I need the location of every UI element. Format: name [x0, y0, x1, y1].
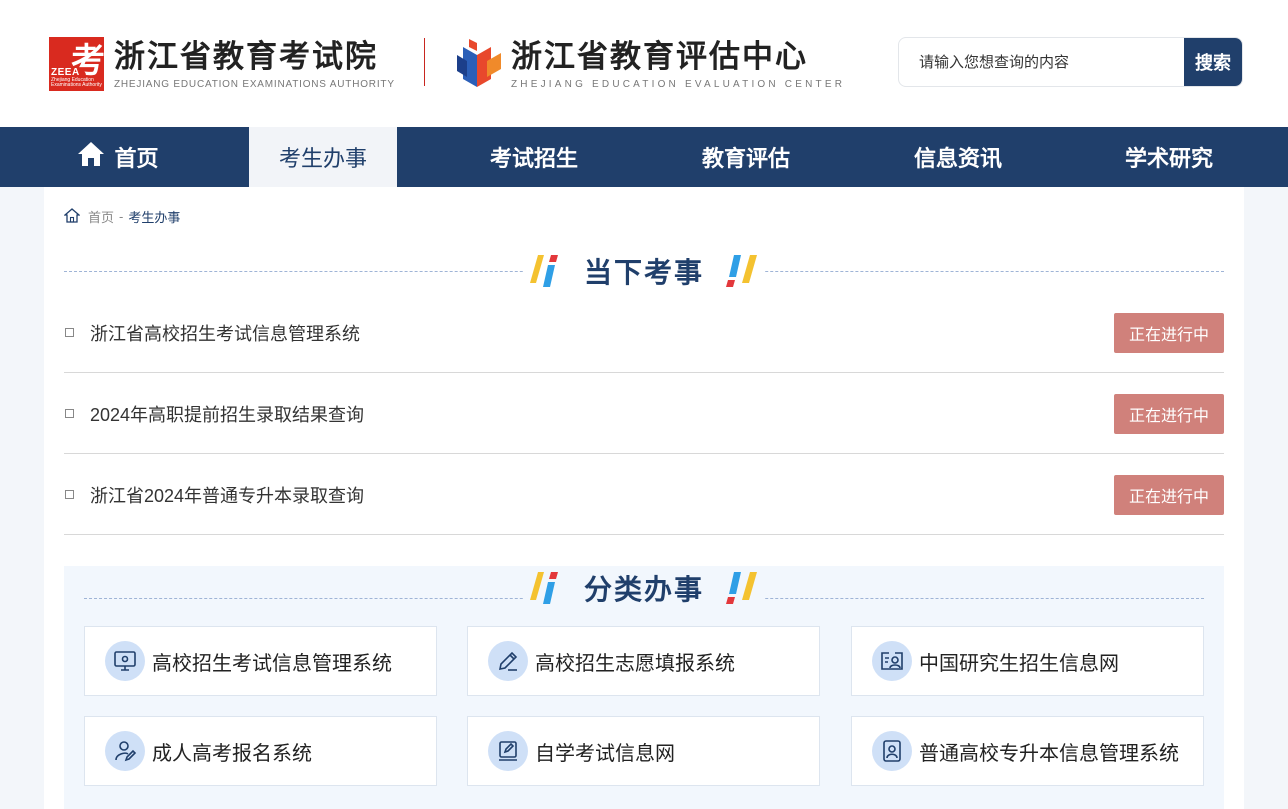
category-label: 中国研究生招生信息网 — [919, 652, 1119, 675]
status-badge[interactable]: 正在进行中 — [1114, 394, 1224, 434]
list-item[interactable]: 浙江省高校招生考试信息管理系统 正在进行中 — [64, 292, 1224, 373]
category-card[interactable]: 中国研究生招生信息网 — [851, 626, 1204, 696]
category-label: 高校招生考试信息管理系统 — [152, 652, 392, 675]
category-label: 成人高考报名系统 — [152, 742, 312, 765]
category-label: 高校招生志愿填报系统 — [535, 652, 735, 675]
nav-item-evaluation[interactable]: 教育评估 — [682, 127, 810, 187]
category-card[interactable]: 普通高校专升本信息管理系统 — [851, 716, 1204, 786]
breadcrumb-home-icon[interactable] — [63, 207, 81, 226]
bullet-icon — [65, 409, 74, 418]
zeea-name-cn: 浙江省教育考试院 — [114, 38, 378, 75]
list-item-label[interactable]: 浙江省2024年普通专升本录取查询 — [90, 482, 364, 508]
id-card-person-icon — [872, 641, 912, 681]
nav-item-label: 信息资讯 — [913, 146, 1002, 171]
category-label: 普通高校专升本信息管理系统 — [919, 742, 1179, 765]
nav-item-research[interactable]: 学术研究 — [1105, 127, 1233, 187]
zeea-logo-sub: Zhejiang Education Examinations Authorit… — [51, 78, 102, 88]
zeea-name-en: ZHEJIANG EDUCATION EXAMINATIONS AUTHORIT… — [114, 78, 395, 90]
categories-heading: 分类办事 — [84, 566, 1204, 608]
decor-slashes-left-icon — [523, 251, 570, 291]
zeea-logo-sub-line2: Examinations Authority — [51, 82, 102, 88]
person-edit-icon — [105, 731, 145, 771]
decor-slashes-right-icon — [718, 251, 764, 291]
breadcrumb-home[interactable]: 首页 — [88, 207, 114, 226]
evaluation-center-name-cn: 浙江省教育评估中心 — [511, 38, 808, 75]
category-card[interactable]: 高校招生考试信息管理系统 — [84, 626, 437, 696]
search-button[interactable]: 搜索 — [1184, 38, 1242, 86]
nav-item-admissions[interactable]: 考试招生 — [470, 127, 598, 187]
nav-item-exam-affairs[interactable]: 考生办事 — [249, 127, 397, 187]
bullet-icon — [65, 328, 74, 337]
nav-item-home[interactable]: 首页 — [73, 127, 163, 187]
main-nav: 首页 考生办事 考试招生 教育评估 信息资讯 学术研究 — [0, 127, 1288, 187]
search-input[interactable] — [899, 38, 1184, 86]
decor-slashes-left-icon — [523, 568, 570, 608]
status-badge[interactable]: 正在进行中 — [1114, 475, 1224, 515]
nav-item-label: 考试招生 — [489, 146, 578, 171]
category-card[interactable]: 高校招生志愿填报系统 — [467, 626, 820, 696]
current-affairs-list: 浙江省高校招生考试信息管理系统 正在进行中 2024年高职提前招生录取结果查询 … — [64, 292, 1224, 535]
category-card[interactable]: 自学考试信息网 — [467, 716, 820, 786]
current-affairs-title: 当下考事 — [569, 251, 718, 291]
nav-item-news[interactable]: 信息资讯 — [894, 127, 1022, 187]
evaluation-center-logo-mark — [457, 37, 501, 91]
nav-item-label: 教育评估 — [701, 146, 790, 171]
breadcrumb-current: 考生办事 — [128, 210, 181, 225]
nav-item-label: 首页 — [114, 146, 159, 171]
breadcrumb-separator: - — [119, 209, 124, 224]
categories-title: 分类办事 — [569, 568, 718, 608]
site-header: 考 ZEEA Zhejiang Education Examinations A… — [0, 0, 1288, 127]
search-box: 搜索 — [898, 37, 1243, 87]
breadcrumb: 首页 - 考生办事 — [63, 207, 181, 226]
categories-panel: 分类办事 高校招生考试信息管理系统 高校招生志愿填报系统 中国研究生招生信息网 — [64, 566, 1224, 809]
decor-slashes-right-icon — [718, 568, 764, 608]
evaluation-center-logo[interactable]: 浙江省教育评估中心 ZHEJIANG EDUCATION EVALUATION … — [457, 37, 845, 91]
bullet-icon — [65, 490, 74, 499]
list-item[interactable]: 2024年高职提前招生录取结果查询 正在进行中 — [64, 373, 1224, 454]
list-item-label[interactable]: 2024年高职提前招生录取结果查询 — [90, 401, 364, 427]
monitor-gear-icon — [105, 641, 145, 681]
person-badge-icon — [872, 731, 912, 771]
book-edit-icon — [488, 731, 528, 771]
header-divider — [424, 38, 425, 86]
nav-item-label: 考生办事 — [278, 146, 367, 171]
category-label: 自学考试信息网 — [535, 742, 675, 765]
evaluation-center-name-en: ZHEJIANG EDUCATION EVALUATION CENTER — [511, 78, 846, 90]
main-content: 首页 - 考生办事 当下考事 浙江省高校招生考试信息管理系统 正在进行中 202… — [44, 187, 1244, 809]
home-icon — [77, 141, 105, 173]
nav-item-label: 学术研究 — [1124, 146, 1213, 171]
zeea-logo-mark: 考 ZEEA Zhejiang Education Examinations A… — [49, 37, 105, 91]
status-badge[interactable]: 正在进行中 — [1114, 313, 1224, 353]
list-item[interactable]: 浙江省2024年普通专升本录取查询 正在进行中 — [64, 454, 1224, 535]
current-affairs-heading: 当下考事 — [64, 251, 1224, 291]
category-card[interactable]: 成人高考报名系统 — [84, 716, 437, 786]
zeea-logo[interactable]: 考 ZEEA Zhejiang Education Examinations A… — [49, 37, 395, 91]
list-item-label[interactable]: 浙江省高校招生考试信息管理系统 — [90, 320, 360, 346]
pencil-icon — [488, 641, 528, 681]
